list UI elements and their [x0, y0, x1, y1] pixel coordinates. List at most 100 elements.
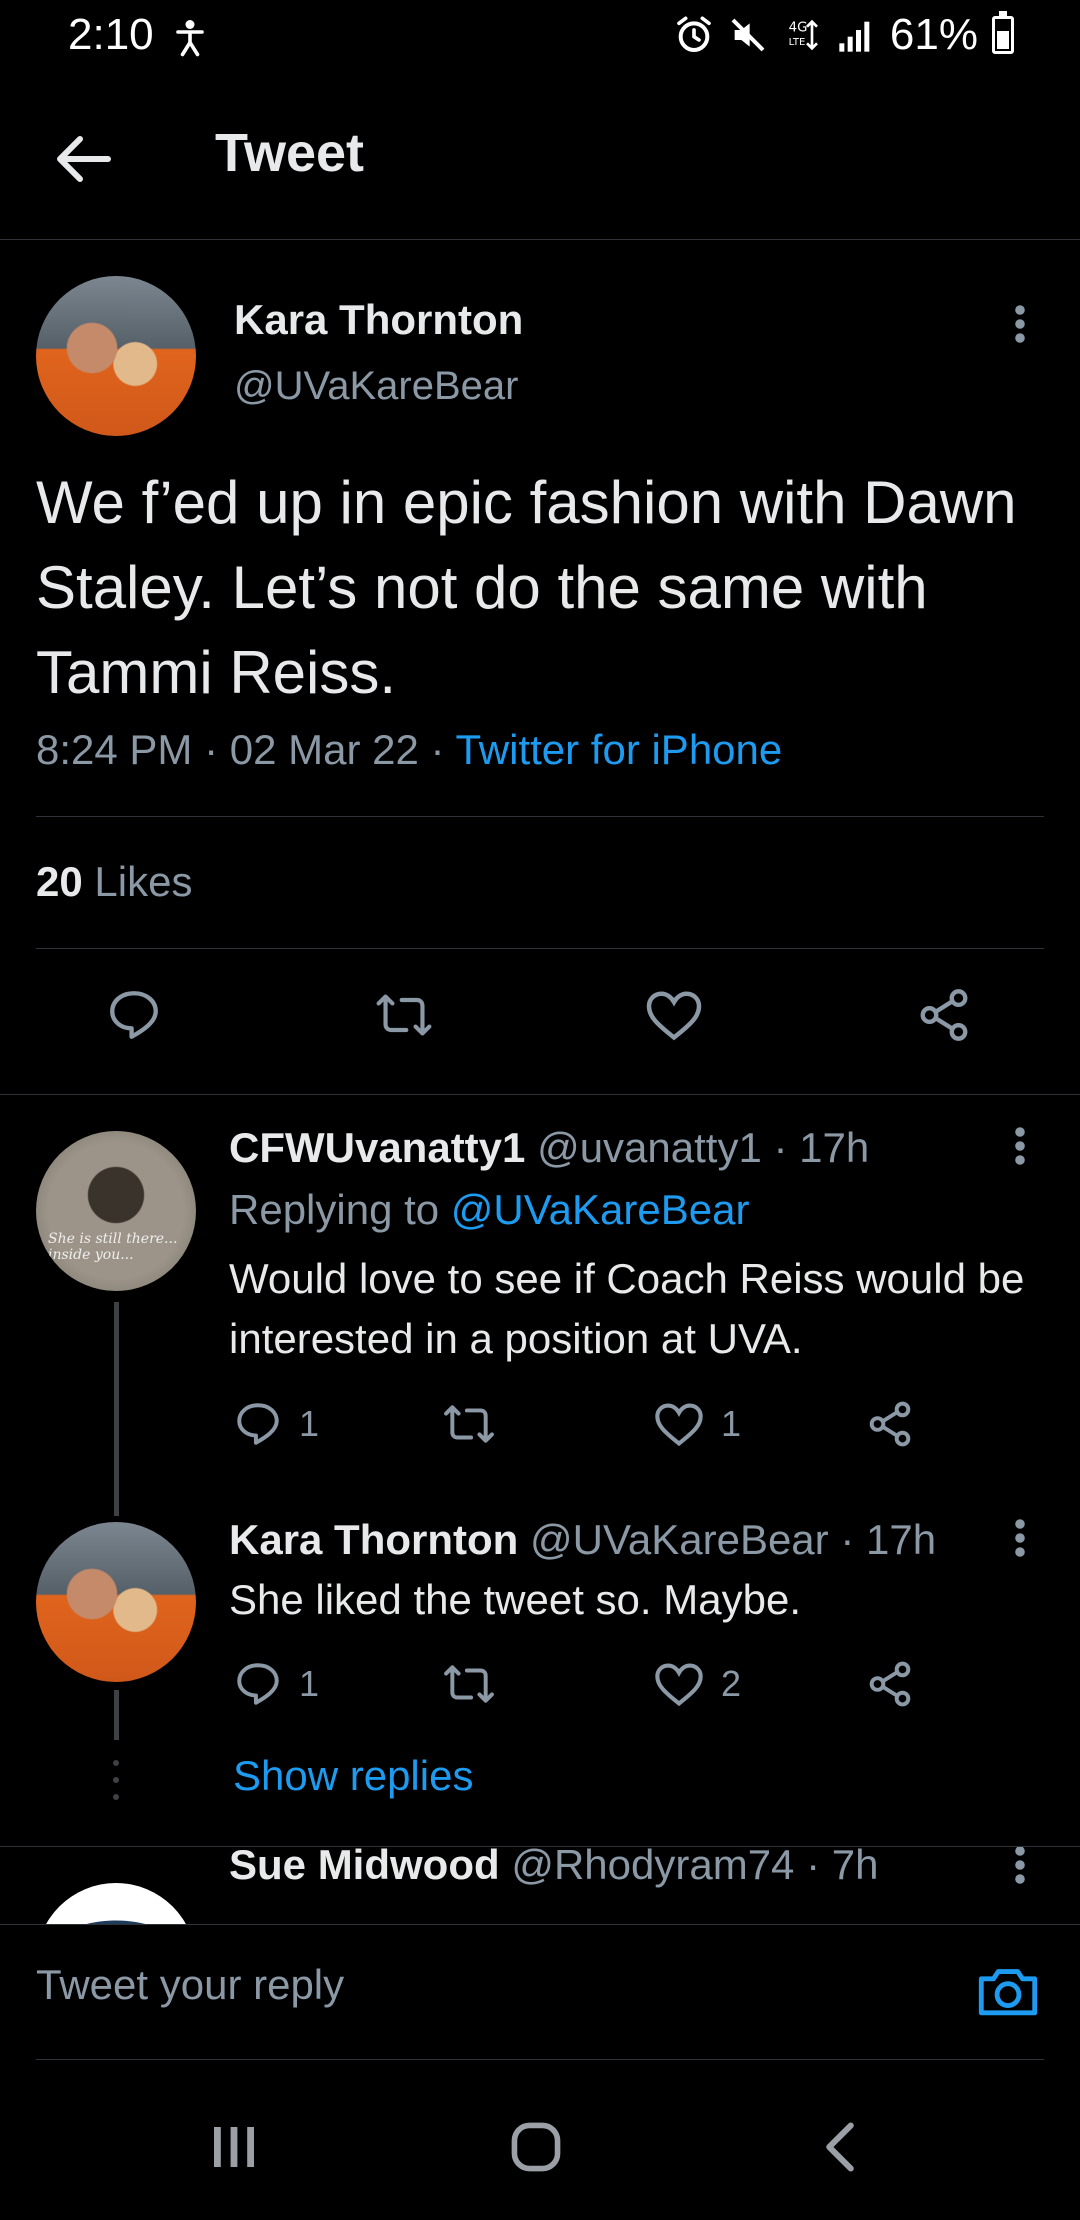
- more-options-button[interactable]: [1000, 294, 1040, 354]
- author-handle[interactable]: @UVaKareBear: [234, 364, 518, 409]
- reply-more-button[interactable]: [1000, 1116, 1040, 1176]
- tweet-date: 02 Mar 22: [229, 726, 419, 773]
- tweet-action-bar: [0, 985, 1080, 1045]
- battery-icon: [992, 11, 1014, 54]
- reply-count: 1: [299, 1663, 320, 1704]
- camera-button[interactable]: [974, 1961, 1042, 2021]
- retweet-button[interactable]: [441, 1654, 497, 1714]
- reply-avatar[interactable]: [36, 1883, 196, 1924]
- replying-to: Replying to @UVaKareBear: [229, 1186, 749, 1234]
- top-app-bar: Tweet: [0, 80, 1080, 240]
- retweet-button[interactable]: [441, 1394, 497, 1454]
- reply-composer: Tweet your reply: [0, 1924, 1080, 2061]
- tweet-text: We f’ed up in epic fashion with Dawn Sta…: [36, 469, 1017, 706]
- replying-to-mention[interactable]: @UVaKareBear: [451, 1186, 750, 1233]
- heart-icon: [655, 1663, 703, 1707]
- reply-age: 17h: [865, 1516, 937, 1563]
- camera-icon: [978, 1969, 1038, 2016]
- status-bar: 2:10 4G LTE 61%: [0, 0, 1080, 80]
- lte-icon: 4G LTE: [789, 19, 818, 51]
- reply-avatar[interactable]: She is still there... inside you...: [36, 1131, 196, 1291]
- share-button[interactable]: [914, 985, 974, 1045]
- likes-number: 20: [36, 858, 83, 905]
- thread-dots: [110, 1760, 122, 1800]
- reply-icon: [237, 1663, 279, 1705]
- divider: [0, 1094, 1080, 1095]
- reply-age: 7h: [831, 1847, 879, 1888]
- replying-to-label: Replying to: [229, 1186, 440, 1233]
- likes-label: Likes: [94, 858, 193, 905]
- thread-line: [114, 1302, 119, 1516]
- reply-icon: [237, 1403, 279, 1445]
- like-button[interactable]: 1: [653, 1394, 741, 1454]
- home-button[interactable]: [496, 2112, 576, 2182]
- page-title: Tweet: [215, 123, 365, 183]
- reply-action-bar: 1 1: [229, 1394, 949, 1454]
- share-button[interactable]: [865, 1394, 915, 1454]
- reply-author-name[interactable]: Kara Thornton: [229, 1516, 518, 1563]
- reply-input[interactable]: Tweet your reply: [36, 1961, 344, 2009]
- reply-button[interactable]: 1: [233, 1654, 319, 1714]
- back-nav-button[interactable]: [800, 2112, 880, 2182]
- reply-text: Would love to see if Coach Reiss would b…: [229, 1255, 1025, 1362]
- reply-action-bar: 1 2: [229, 1654, 949, 1714]
- author-name[interactable]: Kara Thornton: [234, 296, 523, 344]
- tweet-meta: 8:24 PM · 02 Mar 22 · Twitter for iPhone: [36, 726, 783, 773]
- reply-author-handle[interactable]: @Rhodyram74: [511, 1847, 794, 1888]
- reply-more-button[interactable]: [1000, 1847, 1040, 1895]
- author-avatar[interactable]: [36, 276, 196, 436]
- like-button[interactable]: [644, 985, 704, 1045]
- more-vertical-icon: [1015, 1519, 1025, 1557]
- tweet-source-link[interactable]: Twitter for iPhone: [455, 726, 782, 773]
- more-vertical-icon: [1015, 1127, 1025, 1165]
- share-icon: [920, 989, 968, 1041]
- recent-apps-icon: [214, 2127, 254, 2167]
- like-button[interactable]: 2: [653, 1654, 741, 1714]
- ram-logo-icon: [86, 1920, 146, 1924]
- more-vertical-icon: [1015, 1847, 1025, 1884]
- reply-header: CFWUvanatty1 @uvanatty1 · 17h: [229, 1124, 870, 1171]
- svg-text:4G: 4G: [789, 21, 808, 36]
- reply-author-name[interactable]: CFWUvanatty1: [229, 1124, 525, 1171]
- reply-button[interactable]: [104, 985, 164, 1045]
- status-time: 2:10: [68, 10, 154, 59]
- reply-text: She liked the tweet so. Maybe.: [229, 1576, 801, 1623]
- reply-count: 1: [299, 1403, 320, 1444]
- share-button[interactable]: [865, 1654, 915, 1714]
- status-icons: 4G LTE 61%: [674, 10, 1014, 60]
- retweet-icon: [376, 994, 432, 1036]
- arrow-left-icon: [57, 136, 111, 182]
- heart-icon: [646, 991, 702, 1041]
- heart-icon: [655, 1403, 703, 1447]
- recent-apps-button[interactable]: [194, 2112, 274, 2182]
- svg-text:LTE: LTE: [789, 37, 806, 48]
- reply-header: Kara Thornton @UVaKareBear · 17h: [229, 1516, 937, 1563]
- like-count: 1: [721, 1403, 742, 1444]
- reply-header: Sue Midwood @Rhodyram74 · 7h: [229, 1847, 878, 1889]
- system-nav-bar: [0, 2060, 1080, 2220]
- show-replies-link[interactable]: Show replies: [233, 1752, 473, 1800]
- signal-icon: [839, 21, 870, 52]
- reply-avatar[interactable]: [36, 1522, 196, 1682]
- reply-author-handle[interactable]: @UVaKareBear: [530, 1516, 829, 1563]
- divider: [36, 816, 1044, 817]
- home-icon: [511, 2122, 561, 2172]
- reply-more-button[interactable]: [1000, 1508, 1040, 1568]
- thread-line: [114, 1690, 119, 1740]
- accessibility-icon: [176, 20, 204, 57]
- avatar-caption: She is still there... inside you...: [48, 1231, 178, 1263]
- likes-count-link[interactable]: 20 Likes: [36, 858, 192, 906]
- retweet-icon: [444, 1405, 494, 1443]
- more-vertical-icon: [1015, 305, 1025, 343]
- alarm-icon: [677, 16, 711, 53]
- retweet-button[interactable]: [374, 985, 434, 1045]
- reply-age: 17h: [799, 1124, 870, 1171]
- back-button[interactable]: [44, 124, 124, 194]
- retweet-icon: [444, 1665, 494, 1703]
- reply-button[interactable]: 1: [233, 1394, 319, 1454]
- share-icon: [869, 1661, 911, 1707]
- reply-partial: Sue Midwood @Rhodyram74 · 7h: [0, 1847, 1080, 1924]
- battery-percent: 61%: [889, 10, 978, 59]
- reply-author-name[interactable]: Sue Midwood: [229, 1847, 500, 1888]
- reply-author-handle[interactable]: @uvanatty1: [537, 1124, 762, 1171]
